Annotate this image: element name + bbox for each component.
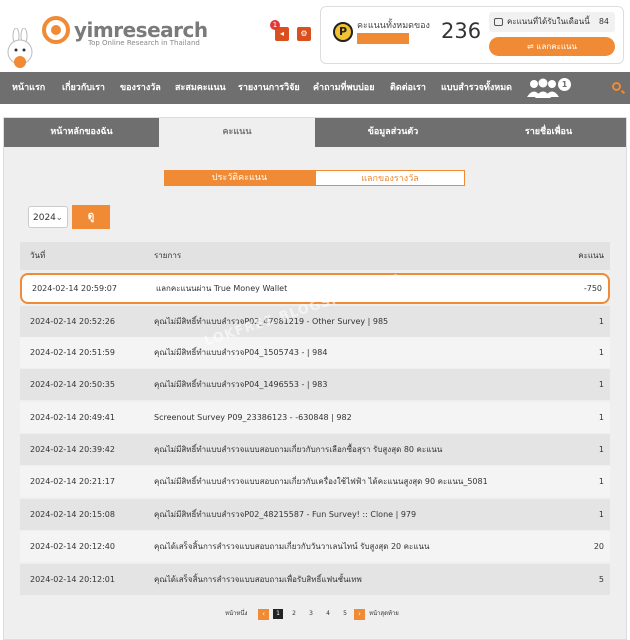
notification-badge: 1 <box>270 20 280 30</box>
table-row: 2024-02-14 20:12:40 คุณได้เสร็จสิ้นการสำ… <box>20 531 610 562</box>
monthly-points-label: คะแนนที่ได้รับในเดือนนี้ <box>507 17 590 26</box>
table-row: 2024-02-14 20:21:17 คุณไม่มีสิทธิ์ทำแบบส… <box>20 466 610 497</box>
table-row: 2024-02-14 20:59:07 แลกคะแนนผ่าน True Mo… <box>20 273 610 304</box>
row-item: Screenout Survey P09_23386123 - -630848 … <box>154 413 352 422</box>
year-select[interactable]: 2024 ⌄ <box>28 206 68 228</box>
row-date: 2024-02-14 20:51:59 <box>30 348 115 357</box>
friends-group-icon[interactable] <box>526 78 560 98</box>
row-item: คุณไม่มีสิทธิ์ทำแบบสำรวจP04_1505743 - | … <box>154 348 328 357</box>
points-summary: P คะแนนทั้งหมดของ 236 คะแนนที่ได้รับในเด… <box>320 6 624 64</box>
monthly-points: คะแนนที่ได้รับในเดือนนี้ 84 <box>489 12 615 32</box>
row-date: 2024-02-14 20:21:17 <box>30 477 115 486</box>
row-points: 1 <box>598 380 604 389</box>
table-header: วันที่ รายการ คะแนน <box>20 242 610 270</box>
table-row: 2024-02-14 20:12:01 คุณได้เสร็จสิ้นการสำ… <box>20 564 610 595</box>
row-date: 2024-02-14 20:52:26 <box>30 317 115 326</box>
reward-redemption-tab[interactable]: แลกของรางวัล <box>315 170 465 186</box>
table-row: 2024-02-14 20:52:26 คุณไม่มีสิทธิ์ทำแบบส… <box>20 306 610 337</box>
main-nav: หน้าแรก เกี่ยวกับเรา ของรางวัล สะสมคะแนน… <box>0 72 630 104</box>
pager-first-label[interactable]: หน้าหนึ่ง <box>225 608 247 620</box>
header-item: รายการ <box>154 251 182 260</box>
row-item: คุณไม่มีสิทธิ์ทำแบบสำรวจแบบสอบถามเกี่ยวก… <box>154 477 488 486</box>
row-item: คุณได้เสร็จสิ้นการสำรวจแบบสอบถามเกี่ยวกั… <box>154 542 430 551</box>
account-tabs: หน้าหลักของฉัน คะแนน ข้อมูลส่วนตัว รายชื… <box>4 118 626 147</box>
pagination: หน้าหนึ่ง ‹ 1 2 3 4 5 › หน้าสุดท้าย <box>4 608 626 622</box>
nav-home[interactable]: หน้าแรก <box>12 72 45 104</box>
logo-icon <box>42 16 70 44</box>
pager-last-label[interactable]: หน้าสุดท้าย <box>369 608 399 620</box>
tab-points[interactable]: คะแนน <box>159 118 315 147</box>
redeem-points-button[interactable]: ⇌ แลกคะแนน <box>489 37 615 56</box>
nav-about[interactable]: เกี่ยวกับเรา <box>62 72 105 104</box>
friends-badge: 1 <box>558 78 571 91</box>
row-date: 2024-02-14 20:12:01 <box>30 575 115 584</box>
row-points: 1 <box>598 477 604 486</box>
view-button[interactable]: ดู <box>72 205 110 229</box>
row-points: 1 <box>598 348 604 357</box>
row-points: 5 <box>598 575 604 584</box>
calendar-icon <box>494 18 503 26</box>
table-row: 2024-02-14 20:15:08 คุณไม่มีสิทธิ์ทำแบบส… <box>20 499 610 530</box>
row-points: 1 <box>598 510 604 519</box>
header-points: คะแนน <box>578 251 604 260</box>
row-item: แลกคะแนนผ่าน True Money Wallet <box>156 284 288 293</box>
pager-page[interactable]: 4 <box>324 608 332 620</box>
tab-profile[interactable]: ข้อมูลส่วนตัว <box>315 118 471 147</box>
row-item: คุณไม่มีสิทธิ์ทำแบบสำรวจP02_48215587 - F… <box>154 510 417 519</box>
header-date: วันที่ <box>30 251 46 260</box>
row-date: 2024-02-14 20:12:40 <box>30 542 115 551</box>
table-row: 2024-02-14 20:39:42 คุณไม่มีสิทธิ์ทำแบบส… <box>20 434 610 465</box>
table-row: 2024-02-14 20:51:59 คุณไม่มีสิทธิ์ทำแบบส… <box>20 337 610 368</box>
search-icon[interactable] <box>612 82 621 91</box>
points-coin-icon: P <box>333 22 353 42</box>
row-points: 20 <box>593 542 604 551</box>
pager-prev-icon[interactable]: ‹ <box>258 609 269 620</box>
tab-friends[interactable]: รายชื่อเพื่อน <box>471 118 626 147</box>
nav-faq[interactable]: คำถามที่พบบ่อย <box>313 72 374 104</box>
pager-page[interactable]: 1 <box>273 609 283 619</box>
row-points: 1 <box>598 317 604 326</box>
table-row: 2024-02-14 20:49:41 Screenout Survey P09… <box>20 402 610 433</box>
tab-my-home[interactable]: หน้าหลักของฉัน <box>4 118 159 147</box>
row-points: 1 <box>598 445 604 454</box>
nav-rewards[interactable]: ของรางวัล <box>120 72 161 104</box>
redeem-label: แลกคะแนน <box>536 42 577 51</box>
row-points: -750 <box>583 284 602 293</box>
row-item: คุณไม่มีสิทธิ์ทำแบบสำรวจP04_1496553 - | … <box>154 380 328 389</box>
row-date: 2024-02-14 20:59:07 <box>32 284 117 293</box>
nav-collect-points[interactable]: สะสมคะแนน <box>175 72 226 104</box>
row-item: คุณไม่มีสิทธิ์ทำแบบสำรวจแบบสอบถามเกี่ยวก… <box>154 445 443 454</box>
points-total: 236 <box>441 19 482 43</box>
logo-tagline: Top Online Research in Thailand <box>88 39 200 47</box>
row-date: 2024-02-14 20:15:08 <box>30 510 115 519</box>
pager-page[interactable]: 5 <box>341 608 349 620</box>
points-history-tab[interactable]: ประวัติคะแนน <box>164 170 315 186</box>
monthly-points-value: 84 <box>598 17 609 26</box>
nav-all-surveys[interactable]: แบบสำรวจทั้งหมด <box>441 72 512 104</box>
site-header: yimresearch Top Online Research in Thail… <box>0 0 630 72</box>
points-label: คะแนนทั้งหมดของ <box>357 21 430 31</box>
row-item: คุณไม่มีสิทธิ์ทำแบบสำรวจP02_47981219 - O… <box>154 317 389 326</box>
pager-next-icon[interactable]: › <box>354 609 365 620</box>
table-row: 2024-02-14 20:50:35 คุณไม่มีสิทธิ์ทำแบบส… <box>20 369 610 400</box>
row-date: 2024-02-14 20:49:41 <box>30 413 115 422</box>
pager-page[interactable]: 3 <box>307 608 315 620</box>
row-item: คุณได้เสร็จสิ้นการสำรวจแบบสอบถามเพื่อรับ… <box>154 575 362 584</box>
settings-icon[interactable]: ⚙ <box>297 27 311 41</box>
nav-research-reports[interactable]: รายงานการวิจัย <box>238 72 300 104</box>
pager-page[interactable]: 2 <box>290 608 298 620</box>
redeem-icon: ⇌ <box>527 42 537 51</box>
row-date: 2024-02-14 20:39:42 <box>30 445 115 454</box>
points-panel: หน้าหลักของฉัน คะแนน ข้อมูลส่วนตัว รายชื… <box>3 117 627 640</box>
rabbit-mascot-icon <box>7 28 33 68</box>
username-redacted-bar <box>357 33 409 44</box>
chevron-down-icon: ⌄ <box>55 213 63 223</box>
row-date: 2024-02-14 20:50:35 <box>30 380 115 389</box>
nav-contact[interactable]: ติดต่อเรา <box>390 72 426 104</box>
year-value: 2024 <box>33 213 56 223</box>
row-points: 1 <box>598 413 604 422</box>
